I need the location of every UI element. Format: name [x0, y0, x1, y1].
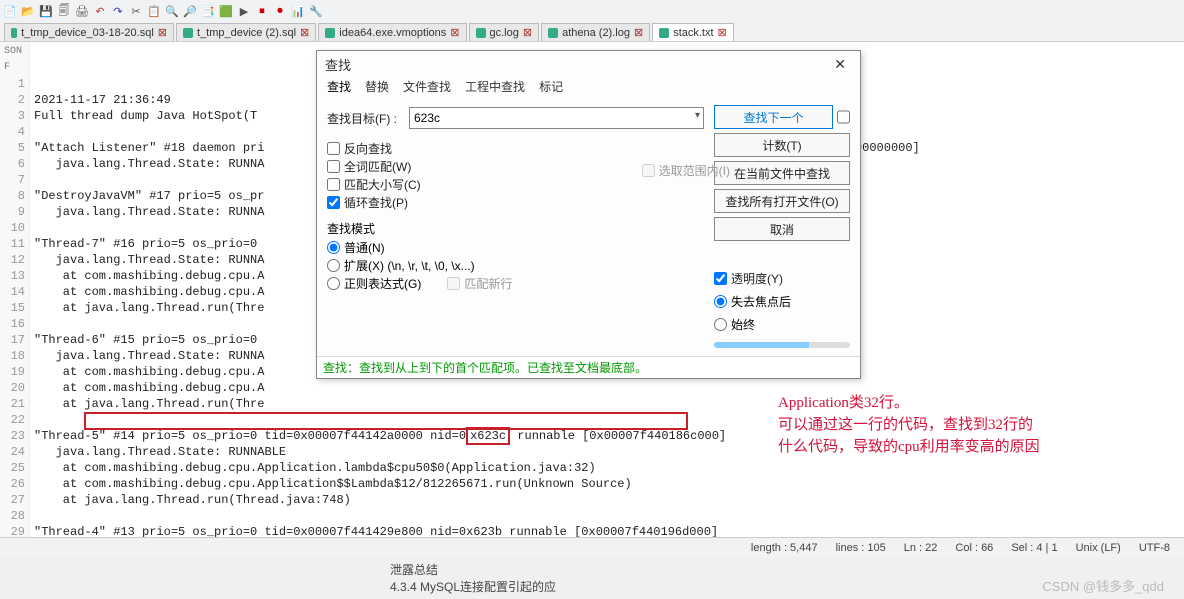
rad-regex[interactable] [327, 277, 340, 290]
sb-col: Col : 66 [955, 542, 993, 554]
dialog-tab-findfiles[interactable]: 文件查找 [403, 78, 451, 95]
highlight-nid: x623c [466, 427, 510, 445]
code-line: at com.mashibing.debug.cpu.Application.l… [34, 460, 1180, 476]
find-dialog: 查找 ✕ 查找 替换 文件查找 工程中查找 标记 查找目标(F) : ▾ 反向查… [316, 50, 861, 379]
sb-eol: Unix (LF) [1076, 542, 1121, 554]
line-gutter: SON F 1234567891011121314151617181920212… [0, 42, 30, 537]
chk-next-aux[interactable] [837, 105, 850, 129]
close-icon[interactable]: ⊠ [523, 26, 532, 39]
tab-label: idea64.exe.vmoptions [339, 27, 446, 39]
dialog-status: 查找：查找到从上到下的首个匹配项。已查找至文档最底部。 [317, 356, 860, 378]
btn-in-file[interactable]: 在当前文件中查找 [714, 161, 850, 185]
dialog-tab-mark[interactable]: 标记 [539, 78, 563, 95]
close-icon[interactable]: ⊠ [450, 26, 459, 39]
tb-icon[interactable]: 📑 [200, 3, 216, 19]
sb-ln: Ln : 22 [904, 542, 938, 554]
chk-scope [642, 164, 655, 177]
gutter-head: SON F [4, 44, 25, 76]
tb-icon[interactable]: 🔍 [164, 3, 180, 19]
tb-icon[interactable]: ⏹ [254, 3, 270, 19]
tb-icon[interactable]: 🔧 [308, 3, 324, 19]
tab-label: athena (2).log [562, 27, 630, 39]
find-target-label: 查找目标(F) : [327, 110, 409, 127]
annotation: Application类32行。 可以通过这一行的代码，查找到32行的 什么代码… [778, 392, 1040, 458]
editor-tabstrip: t_tmp_device_03-18-20.sql⊠t_tmp_device (… [0, 22, 1184, 42]
tb-icon[interactable]: ↶ [92, 3, 108, 19]
tb-icon[interactable]: ↷ [110, 3, 126, 19]
editor-tab[interactable]: idea64.exe.vmoptions ⊠ [318, 23, 466, 41]
dialog-tab-replace[interactable]: 替换 [365, 78, 389, 95]
btn-all-files[interactable]: 查找所有打开文件(O) [714, 189, 850, 213]
file-icon [548, 28, 558, 38]
close-icon[interactable]: ⊠ [158, 26, 167, 39]
editor-tab[interactable]: athena (2).log ⊠ [541, 23, 650, 41]
close-icon[interactable]: ⊠ [300, 26, 309, 39]
close-icon[interactable]: ⊠ [634, 26, 643, 39]
tb-icon[interactable]: ⏺ [272, 3, 288, 19]
code-line: "Thread-4" #13 prio=5 os_prio=0 tid=0x00… [34, 524, 1180, 537]
tb-icon[interactable]: 🟩 [218, 3, 234, 19]
rad-extend[interactable] [327, 259, 340, 272]
tab-label: stack.txt [673, 27, 713, 39]
tb-icon[interactable]: 📂 [20, 3, 36, 19]
tb-icon[interactable]: 💾 [38, 3, 54, 19]
btn-cancel[interactable]: 取消 [714, 217, 850, 241]
below-content: 泄露总结 4.3.4 MySQL连接配置引起的应 [0, 557, 1184, 599]
tb-icon[interactable]: 🔎 [182, 3, 198, 19]
watermark: CSDN @钱多多_qdd [1042, 576, 1164, 595]
dialog-tab-findproj[interactable]: 工程中查找 [465, 78, 525, 95]
tb-icon[interactable]: 📋 [146, 3, 162, 19]
file-icon [325, 28, 335, 38]
sb-sel: Sel : 4 | 1 [1011, 542, 1057, 554]
rad-trans-lose[interactable] [714, 295, 727, 308]
main-toolbar: 📄 📂 💾 🗐 🖨 ↶ ↷ ✂ 📋 🔍 🔎 📑 🟩 ▶ ⏹ ⏺ 📊 🔧 [0, 0, 1184, 22]
chk-transparency[interactable] [714, 272, 727, 285]
sb-length: length : 5,447 [751, 542, 818, 554]
close-icon[interactable]: ✕ [828, 56, 852, 73]
dialog-title: 查找 [325, 55, 351, 74]
tb-icon[interactable]: 📄 [2, 3, 18, 19]
tab-label: gc.log [490, 27, 519, 39]
tab-label: t_tmp_device_03-18-20.sql [21, 27, 154, 39]
transparency-slider[interactable] [714, 342, 850, 348]
tb-icon[interactable]: 🖨 [74, 3, 90, 19]
dialog-tab-find[interactable]: 查找 [327, 78, 351, 95]
file-icon [659, 28, 669, 38]
chk-matchcase[interactable] [327, 178, 340, 191]
tab-label: t_tmp_device (2).sql [197, 27, 296, 39]
tb-icon[interactable]: ✂ [128, 3, 144, 19]
chk-newline [447, 277, 460, 290]
tb-icon[interactable]: 🗐 [56, 3, 72, 19]
find-target-input[interactable] [409, 107, 704, 129]
tb-icon[interactable]: ▶ [236, 3, 252, 19]
editor-tab[interactable]: t_tmp_device (2).sql ⊠ [176, 23, 316, 41]
editor-tab[interactable]: gc.log ⊠ [469, 23, 540, 41]
rad-normal[interactable] [327, 241, 340, 254]
file-icon [476, 28, 486, 38]
status-bar: length : 5,447 lines : 105 Ln : 22 Col :… [0, 537, 1184, 557]
sb-enc: UTF-8 [1139, 542, 1170, 554]
chk-wholeword[interactable] [327, 160, 340, 173]
file-icon [11, 28, 17, 38]
chk-wrap[interactable] [327, 196, 340, 209]
sb-lines: lines : 105 [836, 542, 886, 554]
code-line [34, 508, 1180, 524]
editor-tab[interactable]: t_tmp_device_03-18-20.sql ⊠ [4, 23, 174, 41]
dialog-tabs: 查找 替换 文件查找 工程中查找 标记 [317, 78, 860, 99]
btn-count[interactable]: 计数(T) [714, 133, 850, 157]
mode-group-label: 查找模式 [327, 220, 704, 237]
file-icon [183, 28, 193, 38]
btn-find-next[interactable]: 查找下一个 [714, 105, 833, 129]
code-line: at com.mashibing.debug.cpu.Application$$… [34, 476, 1180, 492]
code-line: at java.lang.Thread.run(Thread.java:748) [34, 492, 1180, 508]
close-icon[interactable]: ⊠ [718, 26, 727, 39]
rad-trans-always[interactable] [714, 318, 727, 331]
tb-icon[interactable]: 📊 [290, 3, 306, 19]
chk-reverse[interactable] [327, 142, 340, 155]
editor-tab[interactable]: stack.txt ⊠ [652, 23, 734, 41]
